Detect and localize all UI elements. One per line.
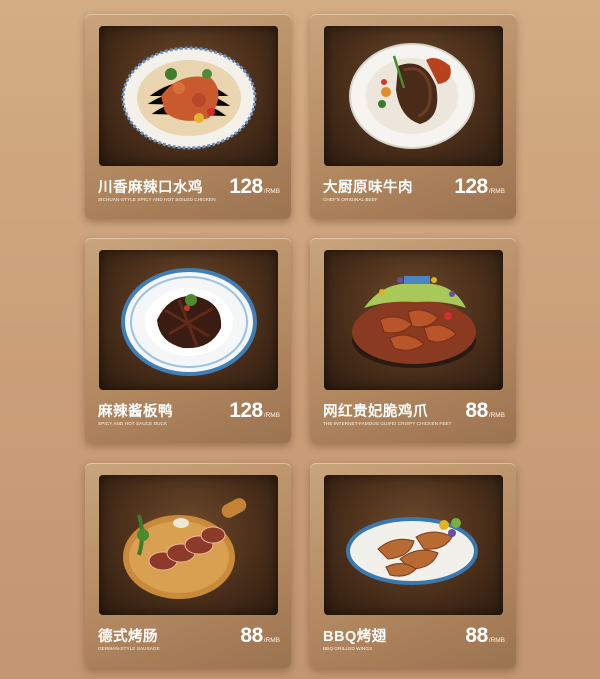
bbq-wings-dish-photo xyxy=(324,475,503,615)
crispy-chicken-feet-dish-photo xyxy=(324,250,503,390)
dish-name: 网红贵妃脆鸡爪 xyxy=(323,404,428,420)
price-unit: /RMB xyxy=(263,412,280,419)
price-value: 88 xyxy=(465,399,488,422)
dish-card-crispy-chicken-feet[interactable]: 网红贵妃脆鸡爪 THE INTERNET-FAMOUS GUIFEI CRISP… xyxy=(310,238,516,443)
dish-english-name: SPICY AND HOT SAUCE DUCK xyxy=(98,421,168,426)
dish-price: 128/RMB xyxy=(229,175,280,199)
dish-english-name: THE INTERNET-FAMOUS GUIFEI CRISPY CHICKE… xyxy=(323,421,452,426)
spicy-chicken-dish-photo xyxy=(99,26,278,166)
dish-price: 128/RMB xyxy=(229,399,280,423)
dish-english-name: SICHUAN-STYLE SPICY AND HOT BOILED CHICK… xyxy=(98,197,216,202)
original-beef-dish-photo xyxy=(324,26,503,166)
price-value: 128 xyxy=(229,175,263,198)
menu-grid: 川香麻辣口水鸡 SICHUAN-STYLE SPICY AND HOT BOIL… xyxy=(0,0,600,679)
price-value: 88 xyxy=(240,624,263,647)
sauce-duck-dish-photo xyxy=(99,250,278,390)
dish-english-name: GERMAN-STYLE SAUSAGE xyxy=(98,646,160,651)
dish-price: 88/RMB xyxy=(465,624,505,648)
dish-card-spicy-chicken[interactable]: 川香麻辣口水鸡 SICHUAN-STYLE SPICY AND HOT BOIL… xyxy=(85,14,291,219)
dish-english-name: BBQ GRILLED WINGS xyxy=(323,646,373,651)
dish-card-original-beef[interactable]: 大厨原味牛肉 CHEF'S ORIGINAL BEEF 128/RMB xyxy=(310,14,516,219)
price-unit: /RMB xyxy=(488,637,505,644)
dish-price: 88/RMB xyxy=(240,624,280,648)
price-value: 128 xyxy=(454,175,488,198)
dish-card-sauce-duck[interactable]: 麻辣酱板鸭 SPICY AND HOT SAUCE DUCK 128/RMB xyxy=(85,238,291,443)
price-unit: /RMB xyxy=(263,637,280,644)
price-unit: /RMB xyxy=(263,188,280,195)
dish-name: 德式烤肠 xyxy=(98,629,158,645)
dish-name: 川香麻辣口水鸡 xyxy=(98,180,203,196)
dish-price: 128/RMB xyxy=(454,175,505,199)
dish-english-name: CHEF'S ORIGINAL BEEF xyxy=(323,197,378,202)
price-value: 88 xyxy=(465,624,488,647)
dish-card-german-sausage[interactable]: 德式烤肠 GERMAN-STYLE SAUSAGE 88/RMB xyxy=(85,463,291,668)
dish-card-bbq-wings[interactable]: BBQ烤翅 BBQ GRILLED WINGS 88/RMB xyxy=(310,463,516,668)
dish-price: 88/RMB xyxy=(465,399,505,423)
price-unit: /RMB xyxy=(488,188,505,195)
price-unit: /RMB xyxy=(488,412,505,419)
german-sausage-dish-photo xyxy=(99,475,278,615)
dish-name: 大厨原味牛肉 xyxy=(323,180,413,196)
price-value: 128 xyxy=(229,399,263,422)
dish-name: BBQ烤翅 xyxy=(323,629,387,645)
dish-name: 麻辣酱板鸭 xyxy=(98,404,173,420)
